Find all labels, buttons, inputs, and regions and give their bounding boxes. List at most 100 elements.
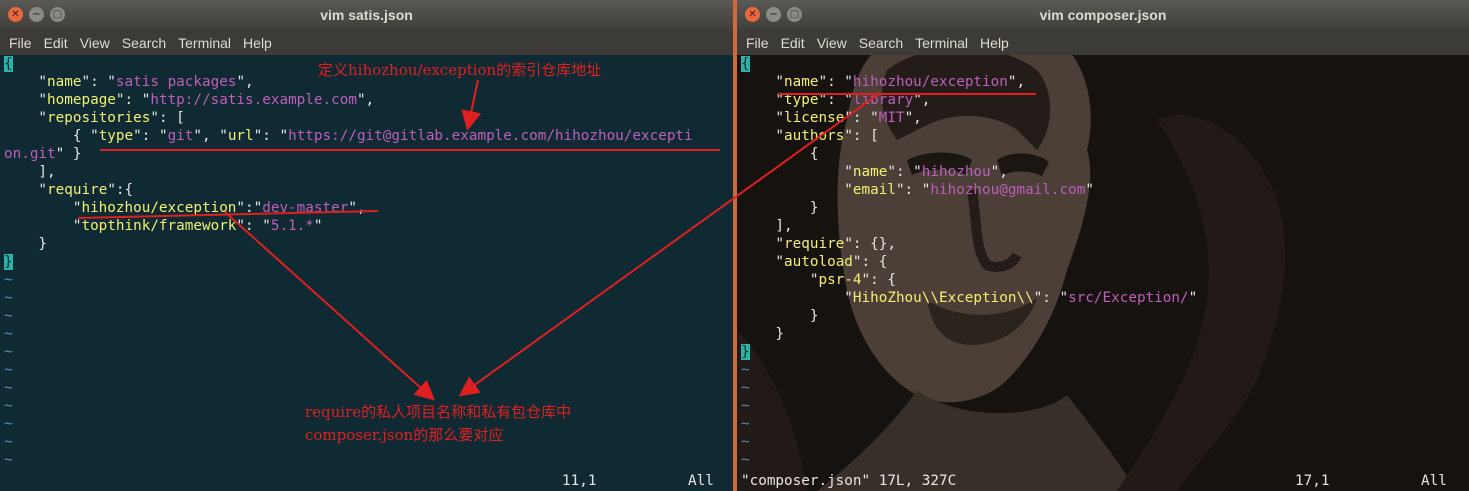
code-line: "license": "MIT", <box>741 109 1197 127</box>
code-token: ": " <box>818 92 853 108</box>
empty-line-tilde: ~ <box>4 326 13 342</box>
code-line: "hihozhou/exception":"dev-master", <box>4 199 693 217</box>
code-line: ~ <box>4 451 693 469</box>
code-line: "topthink/framework": "5.1.*" <box>4 217 693 235</box>
vim-editor[interactable]: { "name": "hihozhou/exception", "type": … <box>737 55 1469 491</box>
code-token: ", <box>356 92 375 108</box>
code-token: ], <box>4 164 56 180</box>
code-token: ":{ <box>107 182 134 198</box>
code-token: license <box>784 110 845 126</box>
title-bar: ✕ − □ vim satis.json <box>0 0 733 30</box>
code-token: HihoZhou\\Exception\\ <box>852 290 1034 306</box>
code-token: git <box>167 128 194 144</box>
code-line: { <box>741 55 1197 73</box>
code-line: ~ <box>4 325 693 343</box>
empty-line-tilde: ~ <box>4 344 13 360</box>
code-token: " <box>4 200 82 216</box>
code-line: ~ <box>4 307 693 325</box>
code-token: repositories <box>47 110 151 126</box>
menu-view[interactable]: View <box>80 35 110 51</box>
empty-line-tilde: ~ <box>741 380 750 396</box>
code-token: ": " <box>115 92 151 108</box>
code-line: "autoload": { <box>741 253 1197 271</box>
code-token: hihozhou@gmail.com <box>930 182 1086 198</box>
annotation-top-note: 定义hihozhou/exception的索引仓库地址 <box>318 61 602 79</box>
menu-search[interactable]: Search <box>859 35 903 51</box>
code-token: ", <box>990 164 1008 180</box>
empty-line-tilde: ~ <box>4 362 13 378</box>
code-token: ": {}, <box>844 236 896 252</box>
menu-bar: File Edit View Search Terminal Help <box>737 30 1469 55</box>
code-token: } <box>4 236 48 252</box>
code-token: https://git@gitlab.example.com/hihozhou/… <box>288 128 693 144</box>
empty-line-tilde: ~ <box>4 398 13 414</box>
menu-edit[interactable]: Edit <box>781 35 805 51</box>
code-line: on.git" } <box>4 145 693 163</box>
menu-file[interactable]: File <box>746 35 769 51</box>
code-token: require <box>47 182 108 198</box>
menu-view[interactable]: View <box>817 35 847 51</box>
title-bar: ✕ − □ vim composer.json <box>737 0 1469 30</box>
code-token: ": " <box>81 74 116 90</box>
code-token: topthink/framework <box>81 218 237 234</box>
code-token: " <box>741 128 785 144</box>
empty-line-tilde: ~ <box>4 416 13 432</box>
annotation-bottom-note-line1: require的私人项目名称和私有包仓库中 <box>305 403 572 421</box>
code-line: ~ <box>741 379 1197 397</box>
code-token: email <box>852 182 896 198</box>
code-line: ], <box>4 163 693 181</box>
menu-search[interactable]: Search <box>122 35 166 51</box>
code-token: name <box>852 164 888 180</box>
menu-file[interactable]: File <box>9 35 32 51</box>
code-line: ], <box>741 217 1197 235</box>
code-token: satis packages <box>115 74 237 90</box>
code-token: ": " <box>887 164 922 180</box>
code-line: } <box>741 199 1197 217</box>
menu-terminal[interactable]: Terminal <box>178 35 231 51</box>
code-token: ], <box>741 218 793 234</box>
code-line: ~ <box>741 361 1197 379</box>
code-token: hihozhou/exception <box>81 200 237 216</box>
menu-edit[interactable]: Edit <box>44 35 68 51</box>
code-token: } <box>741 326 785 342</box>
code-token: " <box>741 92 785 108</box>
code-token: " <box>1188 290 1198 306</box>
empty-line-tilde: ~ <box>4 434 13 450</box>
code-token: ": " <box>895 182 931 198</box>
code-token: homepage <box>47 92 116 108</box>
menu-help[interactable]: Help <box>243 35 272 51</box>
code-token: http://satis.example.com <box>150 92 357 108</box>
annotation-bottom-note-line2: composer.json的那么要对应 <box>305 426 504 444</box>
code-token: ": " <box>253 128 289 144</box>
code-token: autoload <box>784 254 853 270</box>
cursor-char: } <box>741 344 750 360</box>
terminal-window-composer: ✕ − □ vim composer.json File Edit View S… <box>737 0 1469 491</box>
code-line: ~ <box>741 433 1197 451</box>
scroll-position: All <box>1421 473 1447 489</box>
code-line: ~ <box>4 379 693 397</box>
menu-help[interactable]: Help <box>980 35 1009 51</box>
empty-line-tilde: ~ <box>741 434 750 450</box>
code-token: ": { <box>852 254 888 270</box>
code-line: "name": "hihozhou", <box>741 163 1197 181</box>
code-line: ~ <box>741 415 1197 433</box>
code-token: " <box>4 182 48 198</box>
code-token: ", <box>913 92 931 108</box>
code-token: ": " <box>236 218 271 234</box>
code-token: ": " <box>1033 290 1069 306</box>
code-line: "require":{ <box>4 181 693 199</box>
code-line: } <box>4 253 693 271</box>
code-token: ": [ <box>844 128 879 144</box>
menu-terminal[interactable]: Terminal <box>915 35 968 51</box>
cursor-char: } <box>4 254 13 270</box>
code-line: { <box>741 145 1197 163</box>
code-token: library <box>852 92 914 108</box>
code-token: " <box>741 182 853 198</box>
code-token: ", " <box>193 128 228 144</box>
code-line: ~ <box>4 343 693 361</box>
code-token: " <box>4 74 48 90</box>
code-line: { "type": "git", "url": "https://git@git… <box>4 127 693 145</box>
code-token: ": " <box>133 128 168 144</box>
code-token: } <box>741 200 819 216</box>
code-line: ~ <box>4 361 693 379</box>
